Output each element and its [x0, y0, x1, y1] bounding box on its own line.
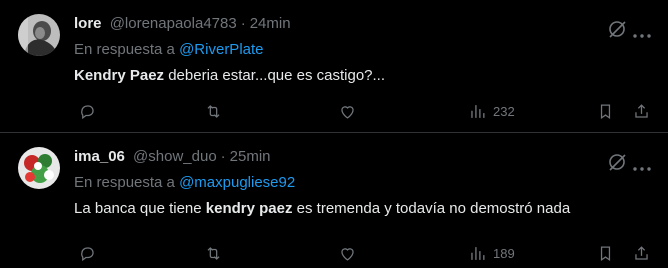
avatar[interactable]	[18, 147, 60, 189]
author-handle[interactable]: @show_duo	[133, 148, 217, 165]
views-icon	[471, 104, 485, 118]
views-button[interactable]: 232	[468, 99, 515, 123]
reply-icon	[81, 246, 94, 261]
views-count: 232	[493, 103, 515, 119]
action-bar: 189	[74, 241, 652, 265]
tweet-text: La banca que tiene kendry paez es tremen…	[74, 197, 652, 221]
reply-prefix: En respuesta a	[74, 41, 175, 58]
share-button[interactable]	[632, 99, 651, 123]
reply-button[interactable]	[78, 99, 97, 123]
retweet-button[interactable]	[204, 241, 223, 265]
separator-dot: ·	[240, 15, 246, 32]
timestamp[interactable]: 25min	[230, 148, 271, 165]
reply-context: En respuesta a @maxpugliese92	[74, 171, 652, 195]
tweet-text: Kendry Paez deberia estar...que es casti…	[74, 64, 652, 88]
tweet-text-bold: Kendry Paez	[74, 67, 165, 84]
more-icon[interactable]	[632, 26, 652, 38]
retweet-button[interactable]	[204, 99, 223, 123]
reply-prefix: En respuesta a	[74, 174, 175, 191]
tweet-text-rest: deberia estar...que es castigo?...	[164, 67, 386, 84]
grok-icon[interactable]	[606, 151, 628, 173]
author-handle[interactable]: @lorenapaola4783	[110, 15, 237, 32]
timestamp[interactable]: 24min	[250, 15, 291, 32]
like-button[interactable]	[338, 99, 357, 123]
like-icon	[341, 105, 354, 119]
author-name[interactable]: ima_06	[74, 148, 125, 165]
tweet[interactable]: ima_06 @show_duo · 25min En respuesta a @m…	[0, 133, 668, 267]
grok-icon[interactable]	[606, 18, 628, 40]
views-count: 189	[493, 245, 515, 261]
reply-mention-link[interactable]: @maxpugliese92	[179, 174, 295, 191]
like-icon	[341, 247, 354, 261]
share-button[interactable]	[632, 241, 651, 265]
avatar[interactable]	[18, 14, 60, 56]
share-icon	[635, 103, 648, 118]
views-button[interactable]: 189	[468, 241, 515, 265]
tweet[interactable]: lore @lorenapaola4783 · 24min En respuesta…	[0, 0, 668, 133]
reply-context: En respuesta a @RiverPlate	[74, 38, 652, 62]
tweet-text-start: La banca que tiene	[74, 200, 206, 217]
author-name[interactable]: lore	[74, 15, 102, 32]
like-button[interactable]	[338, 241, 357, 265]
share-icon	[635, 245, 648, 260]
more-icon[interactable]	[632, 159, 652, 171]
bookmark-button[interactable]	[596, 99, 615, 123]
reply-icon	[81, 104, 94, 119]
tweet-text-rest: es tremenda y todavía no demostró nada	[292, 200, 571, 217]
bookmark-button[interactable]	[596, 241, 615, 265]
retweet-icon	[207, 246, 220, 260]
separator-dot: ·	[220, 148, 226, 165]
bookmark-icon	[600, 246, 611, 261]
retweet-icon	[207, 104, 220, 118]
reply-mention-link[interactable]: @RiverPlate	[179, 41, 263, 58]
action-bar: 232	[74, 99, 652, 123]
tweet-text-bold: kendry paez	[205, 200, 293, 217]
views-icon	[471, 246, 485, 260]
bookmark-icon	[600, 104, 611, 119]
reply-button[interactable]	[78, 241, 97, 265]
